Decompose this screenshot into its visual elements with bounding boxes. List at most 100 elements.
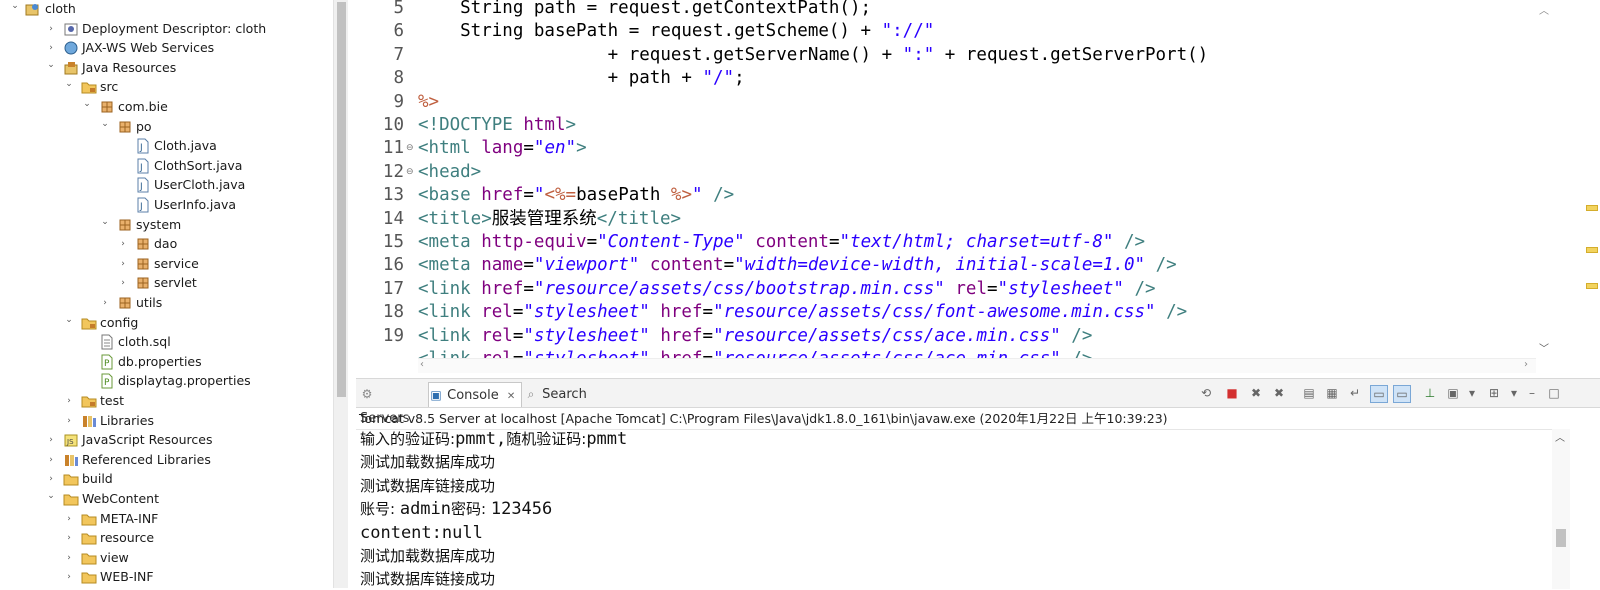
collapse-arrow-icon[interactable]: ⌄ xyxy=(100,215,110,229)
collapse-arrow-icon[interactable]: ⌄ xyxy=(10,0,20,13)
tree-item[interactable]: › build xyxy=(0,469,333,489)
tree-item[interactable]: › WEB-INF xyxy=(0,567,333,587)
collapse-arrow-icon[interactable]: ⌄ xyxy=(64,77,74,91)
code-editor[interactable]: 5 6 7 8 9 10 11 ⊖ 12 ⊖ 13 14 15 16 17 18 19 String path … xyxy=(356,0,1600,373)
expand-arrow-icon[interactable]: › xyxy=(64,414,74,428)
editor-horizontal-scrollbar[interactable]: ‹ › xyxy=(418,358,1536,373)
tree-item[interactable]: ⌄ src xyxy=(0,77,333,97)
tree-item[interactable]: ›JClothSort.java xyxy=(0,156,333,176)
expand-arrow-icon[interactable]: › xyxy=(64,394,74,408)
console-output[interactable]: 输入的验证码:pmmt,随机验证码:pmmt 测试加载数据库成功 测试数据库链接成功… xyxy=(356,429,1552,590)
editor-vertical-scrollbar[interactable]: ︿ ﹀ xyxy=(1536,0,1553,358)
collapse-arrow-icon[interactable]: ⌄ xyxy=(46,58,56,72)
code-line[interactable]: <link href="resource/assets/css/bootstra… xyxy=(418,278,1156,301)
code-line[interactable]: + path + "/"; xyxy=(418,67,745,90)
code-line[interactable]: <title>服装管理系统</title> xyxy=(418,208,681,231)
word-wrap-icon[interactable]: ↵ xyxy=(1347,385,1363,401)
display-selected-console-icon[interactable]: ▣ xyxy=(1445,385,1461,401)
maximize-icon[interactable]: □ xyxy=(1546,385,1562,401)
expand-arrow-icon[interactable]: › xyxy=(46,433,56,447)
fold-toggle-icon[interactable]: ⊖ xyxy=(406,161,416,184)
tree-item[interactable]: › resource xyxy=(0,528,333,548)
tree-item[interactable]: › JAX-WS Web Services xyxy=(0,38,333,58)
scroll-lock-icon[interactable]: ▦ xyxy=(1324,385,1340,401)
tree-item[interactable]: ⌄ config xyxy=(0,313,333,333)
tree-item[interactable]: › META-INF xyxy=(0,509,333,529)
code-line[interactable]: <base href="<%=basePath %>" /> xyxy=(418,184,734,207)
code-line[interactable]: %> xyxy=(418,91,439,114)
tree-item[interactable]: › service xyxy=(0,254,333,274)
expand-arrow-icon[interactable]: › xyxy=(46,453,56,467)
clear-console-icon[interactable]: ▤ xyxy=(1301,385,1317,401)
tree-item[interactable]: › view xyxy=(0,548,333,568)
code-line[interactable]: <head> xyxy=(418,161,481,184)
expand-arrow-icon[interactable]: › xyxy=(118,276,128,290)
expand-arrow-icon[interactable]: › xyxy=(118,257,128,271)
collapse-arrow-icon[interactable]: ⌄ xyxy=(46,489,56,503)
pin-console-icon[interactable]: ⊥ xyxy=(1422,385,1438,401)
expand-arrow-icon[interactable]: › xyxy=(64,531,74,545)
tree-item[interactable]: ›JUserInfo.java xyxy=(0,195,333,215)
dropdown-icon[interactable]: ▾ xyxy=(1464,385,1480,401)
code-line[interactable]: String path = request.getContextPath(); xyxy=(418,0,871,20)
expand-arrow-icon[interactable]: › xyxy=(64,512,74,526)
scroll-left-icon[interactable]: ‹ xyxy=(420,359,424,370)
code-line[interactable]: <html lang="en"> xyxy=(418,137,587,160)
close-tab-icon[interactable]: ✕ xyxy=(507,391,515,402)
tree-item[interactable]: › JS JavaScript Resources xyxy=(0,430,333,450)
overview-marker[interactable] xyxy=(1586,283,1598,289)
collapse-arrow-icon[interactable]: ⌄ xyxy=(64,313,74,327)
open-console-icon[interactable]: ⊞ xyxy=(1486,385,1502,401)
tree-item[interactable]: ⌄ cloth xyxy=(0,0,333,19)
tab-console[interactable]: ▣ Console ✕ xyxy=(428,382,522,407)
scroll-right-icon[interactable]: › xyxy=(1524,359,1528,370)
code-line[interactable]: + request.getServerName() + ":" + reques… xyxy=(418,44,1209,67)
tree-item[interactable]: › dao xyxy=(0,234,333,254)
scroll-down-icon[interactable]: ﹀ xyxy=(1539,340,1549,355)
expand-arrow-icon[interactable]: › xyxy=(118,237,128,251)
tree-item[interactable]: › Deployment Descriptor: cloth xyxy=(0,19,333,39)
tree-item[interactable]: ⌄ Java Resources xyxy=(0,58,333,78)
fold-toggle-icon[interactable]: ⊖ xyxy=(406,137,416,160)
show-on-stderr-icon[interactable]: ▭ xyxy=(1393,385,1411,403)
overview-marker[interactable] xyxy=(1586,205,1598,211)
tree-item[interactable]: ⌄ system xyxy=(0,215,333,235)
tree-item[interactable]: ›cloth.sql xyxy=(0,332,333,352)
console-vertical-scrollbar[interactable]: ︿ xyxy=(1552,429,1570,589)
tree-item[interactable]: › Referenced Libraries xyxy=(0,450,333,470)
expand-arrow-icon[interactable]: › xyxy=(64,570,74,584)
show-on-stdout-icon[interactable]: ▭ xyxy=(1370,385,1388,403)
tree-item[interactable]: ›JUserCloth.java xyxy=(0,175,333,195)
tree-item[interactable]: ⌄ com.bie xyxy=(0,97,333,117)
remove-launch-icon[interactable]: ✖ xyxy=(1248,385,1264,401)
expand-arrow-icon[interactable]: › xyxy=(64,551,74,565)
code-line[interactable]: <meta http-equiv="Content-Type" content=… xyxy=(418,231,1145,254)
tree-item[interactable]: ›Pdb.properties xyxy=(0,352,333,372)
tab-servers[interactable]: ⚙ Servers xyxy=(360,382,426,426)
remove-all-terminated-icon[interactable]: ✖ xyxy=(1271,385,1287,401)
tree-item[interactable]: ›Pdisplaytag.properties xyxy=(0,371,333,391)
tree-item[interactable]: ⌄ po xyxy=(0,117,333,137)
tree-item[interactable]: › utils xyxy=(0,293,333,313)
code-line[interactable]: <link rel="stylesheet" href="resource/as… xyxy=(418,301,1187,324)
minimize-icon[interactable]: – xyxy=(1524,385,1540,401)
expand-arrow-icon[interactable]: › xyxy=(100,296,110,310)
tab-search[interactable]: ⌕ Search xyxy=(524,382,594,406)
explorer-scrollbar-thumb[interactable] xyxy=(337,2,346,397)
code-line[interactable]: String basePath = request.getScheme() + … xyxy=(418,20,934,43)
tree-item[interactable]: › Libraries xyxy=(0,411,333,431)
collapse-arrow-icon[interactable]: ⌄ xyxy=(82,97,92,111)
explorer-scrollbar[interactable] xyxy=(333,0,348,588)
collapse-arrow-icon[interactable]: ⌄ xyxy=(100,117,110,131)
code-line[interactable]: <meta name="viewport" content="width=dev… xyxy=(418,254,1177,277)
tree-item[interactable]: › servlet xyxy=(0,273,333,293)
overview-marker[interactable] xyxy=(1586,247,1598,253)
expand-arrow-icon[interactable]: › xyxy=(46,472,56,486)
expand-arrow-icon[interactable]: › xyxy=(46,41,56,55)
tree-item[interactable]: ›JCloth.java xyxy=(0,136,333,156)
dropdown-icon[interactable]: ▾ xyxy=(1506,385,1522,401)
relaunch-icon[interactable]: ⟲ xyxy=(1198,385,1214,401)
code-line[interactable]: <!DOCTYPE html> xyxy=(418,114,576,137)
scroll-up-icon[interactable]: ︿ xyxy=(1555,429,1565,444)
code-line[interactable]: <link rel="stylesheet" href="resource/as… xyxy=(418,325,1092,348)
